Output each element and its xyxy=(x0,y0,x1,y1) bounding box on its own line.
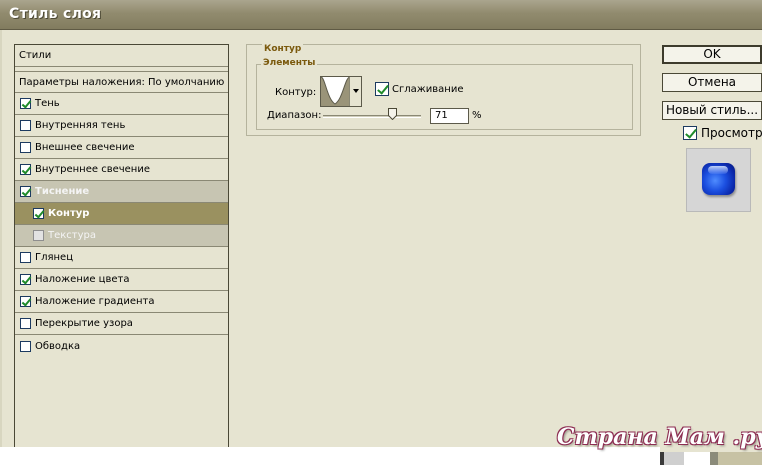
style-item-outer-glow[interactable]: Внешнее свечение xyxy=(15,137,228,159)
contour-checkbox[interactable] xyxy=(33,208,44,219)
preview-swatch xyxy=(702,163,735,195)
styles-list-panel: Стили Параметры наложения: По умолчанию … xyxy=(14,44,229,457)
gradient-overlay-label: Наложение градиента xyxy=(35,296,155,307)
dialog-title: Стиль слоя xyxy=(9,6,102,22)
styles-header[interactable]: Стили xyxy=(15,45,228,67)
contour-section-title: Контур xyxy=(262,44,304,54)
style-item-inner-shadow[interactable]: Внутренняя тень xyxy=(15,115,228,137)
pattern-overlay-label: Перекрытие узора xyxy=(35,318,133,329)
gradient-overlay-checkbox[interactable] xyxy=(20,296,31,307)
inner-shadow-checkbox[interactable] xyxy=(20,120,31,131)
drop-shadow-label: Тень xyxy=(35,98,60,109)
style-item-contour[interactable]: Контур xyxy=(15,203,228,225)
inner-glow-checkbox[interactable] xyxy=(20,164,31,175)
style-preview xyxy=(686,148,751,212)
range-unit: % xyxy=(472,110,482,121)
styles-header-label: Стили xyxy=(19,50,52,61)
outer-glow-label: Внешнее свечение xyxy=(35,142,135,153)
texture-label: Текстура xyxy=(48,230,97,241)
contour-curve-icon xyxy=(321,77,350,106)
cancel-button[interactable]: Отмена xyxy=(662,73,762,92)
blending-options-item[interactable]: Параметры наложения: По умолчанию xyxy=(15,71,228,93)
style-item-drop-shadow[interactable]: Тень xyxy=(15,93,228,115)
range-slider-track[interactable] xyxy=(323,115,421,118)
inner-glow-label: Внутреннее свечение xyxy=(35,164,150,175)
pattern-overlay-checkbox[interactable] xyxy=(20,318,31,329)
style-item-bevel-emboss[interactable]: Тиснение xyxy=(15,181,228,203)
contour-dropdown-arrow-icon[interactable] xyxy=(349,77,361,106)
style-item-inner-glow[interactable]: Внутреннее свечение xyxy=(15,159,228,181)
range-slider-thumb[interactable] xyxy=(388,108,398,120)
style-item-gradient-overlay[interactable]: Наложение градиента xyxy=(15,291,228,313)
blending-options-label: Параметры наложения: По умолчанию xyxy=(19,76,225,88)
contour-label: Контур xyxy=(48,208,90,219)
range-label: Диапазон: xyxy=(267,110,322,121)
elements-group-title: Элементы xyxy=(261,58,318,68)
style-item-texture[interactable]: Текстура xyxy=(15,225,228,247)
bevel-emboss-checkbox[interactable] xyxy=(20,186,31,197)
color-overlay-checkbox[interactable] xyxy=(20,274,31,285)
style-item-pattern-overlay[interactable]: Перекрытие узора xyxy=(15,313,228,335)
antialias-checkbox[interactable] xyxy=(375,82,389,96)
satin-label: Глянец xyxy=(35,252,74,263)
texture-checkbox[interactable] xyxy=(33,230,44,241)
satin-checkbox[interactable] xyxy=(20,252,31,263)
title-bar[interactable]: Стиль слоя xyxy=(0,0,762,30)
stroke-checkbox[interactable] xyxy=(20,340,31,352)
color-overlay-label: Наложение цвета xyxy=(35,274,130,285)
antialias-label: Сглаживание xyxy=(392,84,464,95)
contour-picker-label: Контур: xyxy=(275,87,317,98)
preview-label: Просмотр xyxy=(701,126,762,140)
style-item-stroke[interactable]: Обводка xyxy=(15,335,228,357)
bottom-right-strip xyxy=(660,452,762,465)
range-value-input[interactable]: 71 xyxy=(430,108,469,124)
watermark-logo: Страна Мам .ру xyxy=(557,424,762,450)
bevel-emboss-label: Тиснение xyxy=(35,186,90,197)
inner-shadow-label: Внутренняя тень xyxy=(35,120,126,131)
style-item-color-overlay[interactable]: Наложение цвета xyxy=(15,269,228,291)
preview-checkbox[interactable] xyxy=(683,126,697,140)
outer-glow-checkbox[interactable] xyxy=(20,142,31,153)
drop-shadow-checkbox[interactable] xyxy=(20,98,31,109)
ok-button[interactable]: OK xyxy=(662,45,762,64)
style-item-satin[interactable]: Глянец xyxy=(15,247,228,269)
new-style-button[interactable]: Новый стиль... xyxy=(662,101,762,120)
stroke-label: Обводка xyxy=(35,340,81,352)
